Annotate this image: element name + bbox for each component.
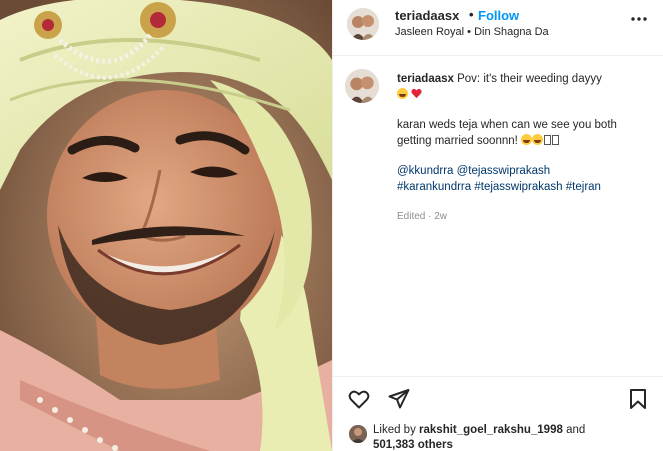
caption-username[interactable]: teriadaasx bbox=[397, 73, 454, 85]
mention-link[interactable]: @tejasswiprakash bbox=[457, 165, 551, 177]
caption-line1: Pov: it's their weeding dayyy bbox=[457, 73, 602, 85]
caption-avatar[interactable] bbox=[345, 69, 379, 103]
caption-text: teriadaasx Pov: it's their weeding dayyy… bbox=[397, 71, 652, 225]
hashtag-link[interactable]: #karankundrra bbox=[397, 181, 471, 193]
missing-glyph-icon bbox=[544, 135, 552, 145]
likes-count[interactable]: 501,383 others bbox=[373, 439, 453, 451]
heart-outline-icon[interactable] bbox=[347, 387, 371, 411]
follow-button[interactable]: Follow bbox=[478, 8, 519, 23]
caption-tags: @kkundrra @tejasswiprakash #karankundrra… bbox=[397, 163, 652, 195]
header-separator: • bbox=[469, 7, 474, 22]
action-bar: Liked by rakshit_goel_rakshu_1998 and 50… bbox=[333, 376, 663, 451]
author-avatar[interactable] bbox=[347, 8, 379, 40]
caption-line2: karan weds teja when can we see you both… bbox=[397, 119, 617, 147]
missing-glyph-icon bbox=[552, 135, 560, 145]
audio-track: Din Shagna Da bbox=[474, 26, 549, 38]
hashtag-link[interactable]: #tejran bbox=[566, 181, 601, 193]
paper-plane-icon[interactable] bbox=[387, 387, 411, 411]
post-image[interactable] bbox=[0, 0, 332, 451]
mention-link[interactable]: @kkundrra bbox=[397, 165, 453, 177]
audio-attribution[interactable]: Jasleen Royal • Din Shagna Da bbox=[395, 26, 549, 38]
caption-section: teriadaasx Pov: it's their weeding dayyy… bbox=[333, 57, 663, 375]
audio-separator: • bbox=[464, 26, 475, 38]
red-heart-emoji-icon bbox=[411, 88, 422, 99]
hashtag-link[interactable]: #tejasswiprakash bbox=[474, 181, 562, 193]
groom-photo bbox=[0, 0, 332, 451]
edited-timestamp: Edited · 2w bbox=[397, 211, 448, 222]
post-side-panel: teriadaasx • Follow Jasleen Royal • Din … bbox=[332, 0, 663, 451]
crying-face-emoji-icon bbox=[521, 134, 533, 145]
liker-avatar[interactable] bbox=[349, 425, 367, 443]
liker-username[interactable]: rakshit_goel_rakshu_1998 bbox=[419, 424, 563, 436]
likes-prefix: Liked by bbox=[373, 424, 420, 436]
bookmark-icon[interactable] bbox=[626, 387, 650, 411]
more-horizontal-icon[interactable] bbox=[630, 12, 648, 26]
post-header: teriadaasx • Follow Jasleen Royal • Din … bbox=[333, 0, 663, 56]
crying-face-emoji-icon bbox=[397, 88, 408, 99]
crying-face-emoji-icon bbox=[532, 134, 544, 145]
author-username[interactable]: teriadaasx bbox=[395, 8, 459, 23]
likes-middle: and bbox=[562, 424, 586, 436]
audio-artist: Jasleen Royal bbox=[395, 26, 465, 38]
